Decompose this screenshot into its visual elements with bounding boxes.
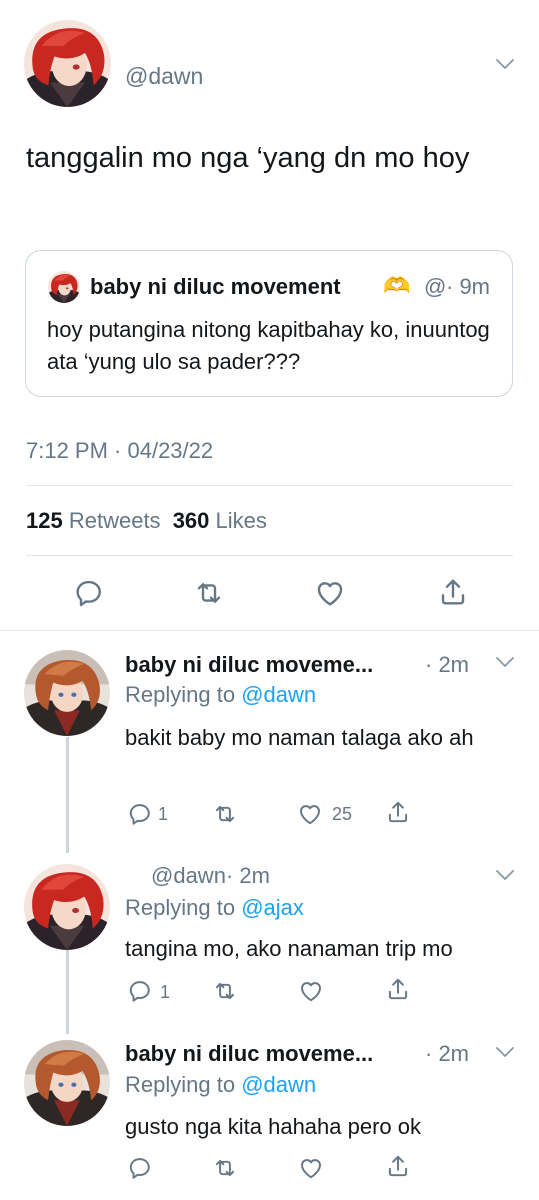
share-icon[interactable] — [437, 576, 469, 608]
replying-to-label: Replying to — [125, 895, 236, 920]
quoted-text: hoy putangina nitong kapitbahay ko, inuu… — [47, 317, 490, 374]
tweet-text: tanggalin mo nga ‘yang dn mo hoy — [26, 142, 470, 174]
retweets-label[interactable]: Retweets — [69, 508, 161, 533]
likes-label[interactable]: Likes — [216, 508, 267, 533]
like-count: 25 — [332, 804, 353, 824]
reply-time: · 2m — [225, 863, 270, 888]
tweet-timestamp: 7:12 PM · 04/23/22 — [26, 438, 214, 463]
chevron-down-icon[interactable] — [493, 650, 517, 674]
reply-author-name[interactable]: baby ni diluc moveme... — [125, 652, 373, 678]
quoted-author-name: baby ni diluc movement — [90, 274, 341, 299]
author-handle[interactable]: @dawn — [125, 63, 203, 90]
likes-count[interactable]: 360 — [173, 508, 210, 533]
reply-text: gusto nga kita hahaha pero ok — [125, 1114, 422, 1139]
divider — [26, 485, 513, 486]
like-icon[interactable] — [314, 577, 346, 609]
retweets-count[interactable]: 125 — [26, 508, 63, 533]
replying-to: Replying to @dawn — [125, 682, 316, 708]
divider — [26, 555, 513, 556]
quoted-avatar — [48, 271, 80, 303]
replying-to: Replying to @ajax — [125, 895, 304, 921]
engagement-stats: 125 Retweets 360 Likes — [26, 508, 267, 534]
reply-avatar[interactable] — [24, 864, 110, 950]
quoted-time: · 9m — [446, 274, 490, 299]
reply-avatar[interactable] — [24, 1040, 110, 1126]
reply-text: bakit baby mo naman talaga ako ah — [125, 725, 474, 750]
retweet-icon[interactable] — [193, 577, 225, 609]
replying-to-handle[interactable]: @ajax — [241, 895, 304, 920]
reply-icon[interactable] — [127, 1155, 153, 1181]
reply-count: 1 — [160, 982, 171, 1002]
reply-handle[interactable]: @dawn — [151, 863, 226, 888]
author-avatar[interactable] — [24, 20, 111, 107]
reply-handle-time: @dawn· 2m — [151, 863, 270, 889]
replying-to-label: Replying to — [125, 682, 236, 707]
quoted-tweet-card[interactable]: baby ni diluc movement 🫶 @ · 9m hoy puta… — [25, 250, 513, 397]
like-icon[interactable] — [298, 1155, 324, 1181]
like-icon[interactable] — [297, 801, 323, 827]
chevron-down-icon[interactable] — [493, 863, 517, 887]
replying-to: Replying to @dawn — [125, 1072, 316, 1098]
reply-icon[interactable] — [127, 801, 153, 827]
reply-icon[interactable] — [73, 577, 105, 609]
reply-avatar[interactable] — [24, 650, 110, 736]
replying-to-handle[interactable]: @dawn — [241, 682, 316, 707]
reply-time: · 2m — [425, 1041, 469, 1066]
thread-line — [66, 950, 69, 1034]
share-icon[interactable] — [385, 976, 411, 1002]
reply-text: tangina mo, ako nanaman trip mo — [125, 936, 453, 961]
replying-to-label: Replying to — [125, 1072, 236, 1097]
retweet-icon[interactable] — [212, 801, 238, 827]
share-icon[interactable] — [385, 799, 411, 825]
retweet-icon[interactable] — [212, 978, 238, 1004]
share-icon[interactable] — [385, 1153, 411, 1179]
chevron-down-icon[interactable] — [493, 1040, 517, 1064]
retweet-icon[interactable] — [212, 1155, 238, 1181]
reply-author-name[interactable]: baby ni diluc moveme... — [125, 1041, 373, 1067]
reply-count: 1 — [158, 804, 169, 824]
like-icon[interactable] — [298, 978, 324, 1004]
quoted-handle: @ — [424, 274, 447, 299]
thread-line — [66, 737, 69, 853]
reply-icon[interactable] — [127, 978, 153, 1004]
replying-to-handle[interactable]: @dawn — [241, 1072, 316, 1097]
reply-time: · 2m — [425, 652, 469, 677]
heart-hands-emoji: 🫶 — [383, 273, 411, 298]
chevron-down-icon[interactable] — [493, 52, 517, 76]
divider — [0, 630, 539, 631]
